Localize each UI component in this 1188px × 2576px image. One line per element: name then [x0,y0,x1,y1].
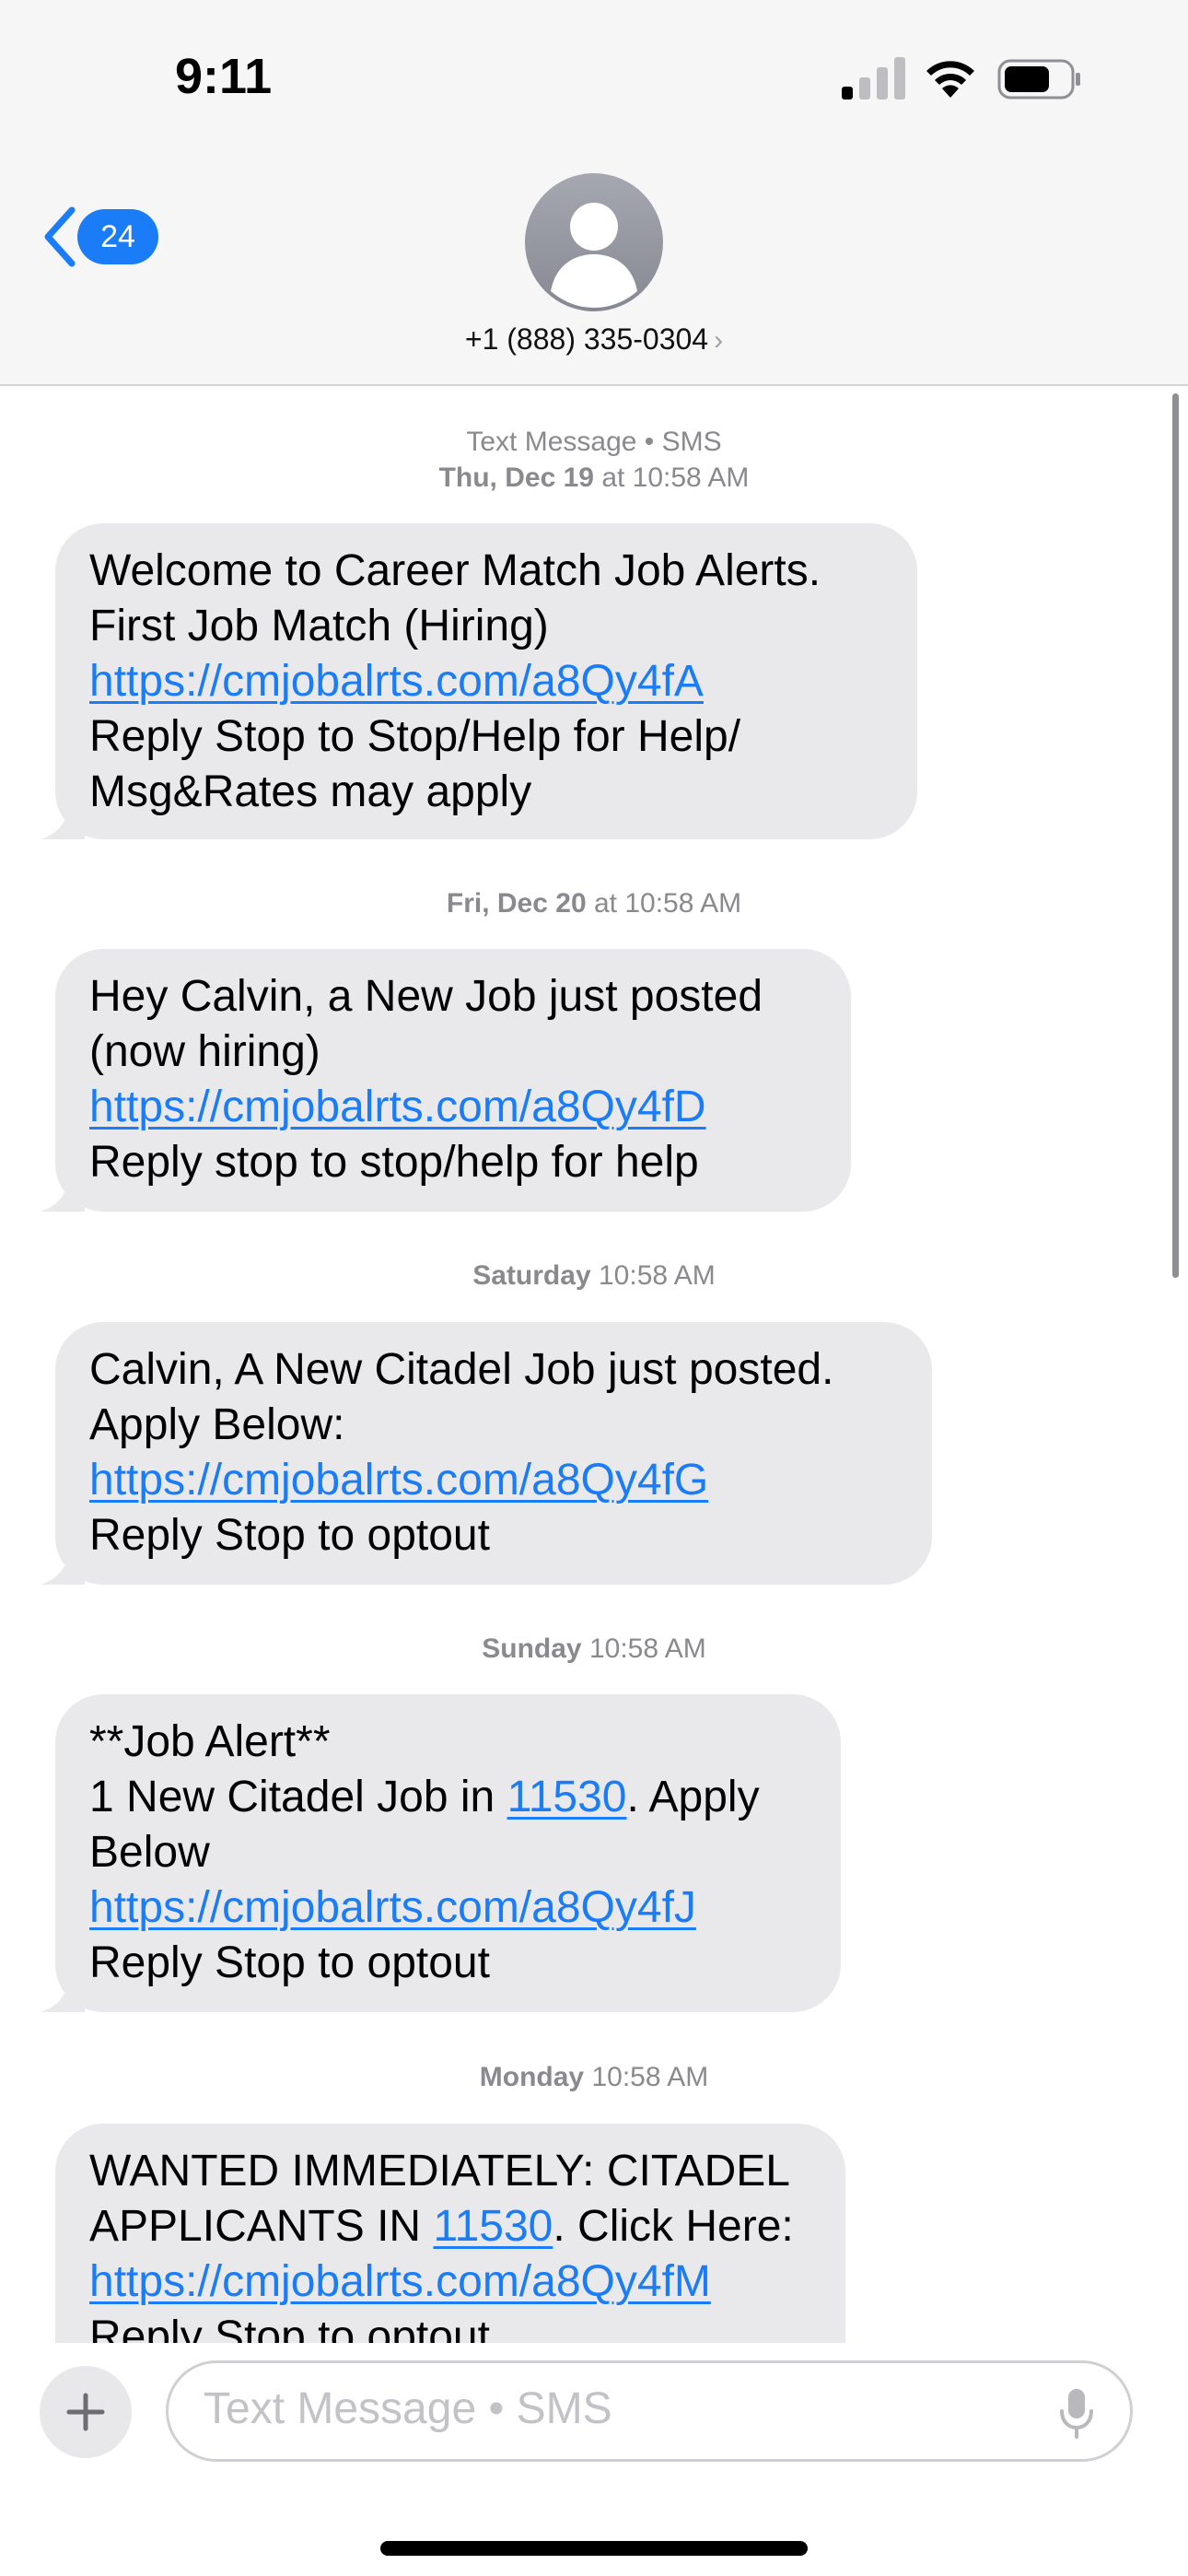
message-text: **Job Alert** [89,1717,331,1766]
message-text: First Job Match (Hiring) [89,602,549,650]
contact-avatar[interactable] [525,173,663,311]
service-label: Text Message • SMS [466,427,722,457]
bubble-tail [41,802,85,839]
message-text: . Click Here: [553,2202,794,2251]
message-bubble[interactable]: Welcome to Career Match Job Alerts. Firs… [41,523,917,839]
message-text: Reply Stop to optout [89,1511,490,1560]
person-icon [551,203,637,308]
zip-code-link[interactable]: 11530 [507,1773,627,1821]
message-link[interactable]: https://cmjobalrts.com/a8Qy4fD [89,1083,706,1131]
zip-code-link[interactable]: 11530 [433,2202,553,2251]
cellular-signal-icon [842,57,905,100]
message-text: Reply stop to stop/help for help [89,1138,699,1187]
message-bubble[interactable]: Calvin, A New Citadel Job just posted. A… [41,1322,932,1585]
message-link[interactable]: https://cmjobalrts.com/a8Qy4fM [89,2257,711,2306]
home-indicator[interactable] [380,2541,808,2556]
scrollbar[interactable] [1172,393,1179,1278]
chevron-left-icon [44,206,76,267]
message-input-placeholder: Text Message • SMS [204,2384,612,2433]
message-link[interactable]: https://cmjobalrts.com/a8Qy4fG [89,1456,708,1505]
contact-name-button[interactable]: +1 (888) 335-0304 › [0,322,1188,357]
message-text: Welcome to Career Match Job Alerts. [89,546,821,595]
message-text: Apply Below: [89,1400,345,1449]
timestamp: Sunday 10:58 AM [482,1633,706,1664]
plus-icon [66,2393,105,2431]
bubble-tail [41,1548,85,1585]
message-text: . Apply [626,1773,760,1821]
timestamp: Monday 10:58 AM [479,2062,709,2092]
message-text: (now hiring) [89,1027,320,1076]
unread-count-badge: 24 [77,209,158,264]
message-text: Hey Calvin, a New Job just posted [89,972,763,1021]
timestamp: Thu, Dec 19 at 10:58 AM [438,463,750,493]
message-text: Reply Stop to optout [89,2313,490,2343]
timestamp: Saturday 10:58 AM [472,1260,716,1291]
message-text: 1 New Citadel Job in [89,1773,507,1821]
add-attachment-button[interactable] [40,2366,132,2458]
message-text: Reply Stop to Stop/Help for Help/ [89,712,741,761]
conversation-header: 9:11 24 +1 (888) 335-0304 › [0,0,1188,386]
message-bubble[interactable]: Hey Calvin, a New Job just posted (now h… [41,949,851,1212]
message-text: Calvin, A New Citadel Job just posted. [89,1345,834,1394]
message-text: Reply Stop to optout [89,1938,490,1987]
wifi-icon [926,61,974,98]
message-input[interactable]: Text Message • SMS [166,2360,1133,2462]
message-text: Msg&Rates may apply [89,767,532,816]
battery-icon [997,59,1080,100]
bubble-tail [41,1175,85,1212]
timestamp: Fri, Dec 20 at 10:58 AM [446,888,742,919]
message-text: Below [89,1828,210,1877]
message-link[interactable]: https://cmjobalrts.com/a8Qy4fA [89,657,704,706]
message-thread[interactable]: Text Message • SMS Thu, Dec 19 at 10:58 … [0,386,1188,2343]
microphone-icon[interactable] [1058,2387,1095,2439]
message-text: APPLICANTS IN [89,2202,434,2251]
bubble-tail [41,1975,85,2012]
message-link[interactable]: https://cmjobalrts.com/a8Qy4fJ [89,1883,696,1932]
status-time: 9:11 [175,49,273,104]
message-text: WANTED IMMEDIATELY: CITADEL [89,2147,790,2195]
message-bubble[interactable]: **Job Alert** 1 New Citadel Job in 11530… [41,1694,841,2012]
message-bubble[interactable]: WANTED IMMEDIATELY: CITADEL APPLICANTS I… [55,2124,845,2343]
back-button[interactable]: 24 [41,203,158,271]
chevron-right-icon: › [714,325,724,356]
contact-phone: +1 (888) 335-0304 [464,322,709,356]
